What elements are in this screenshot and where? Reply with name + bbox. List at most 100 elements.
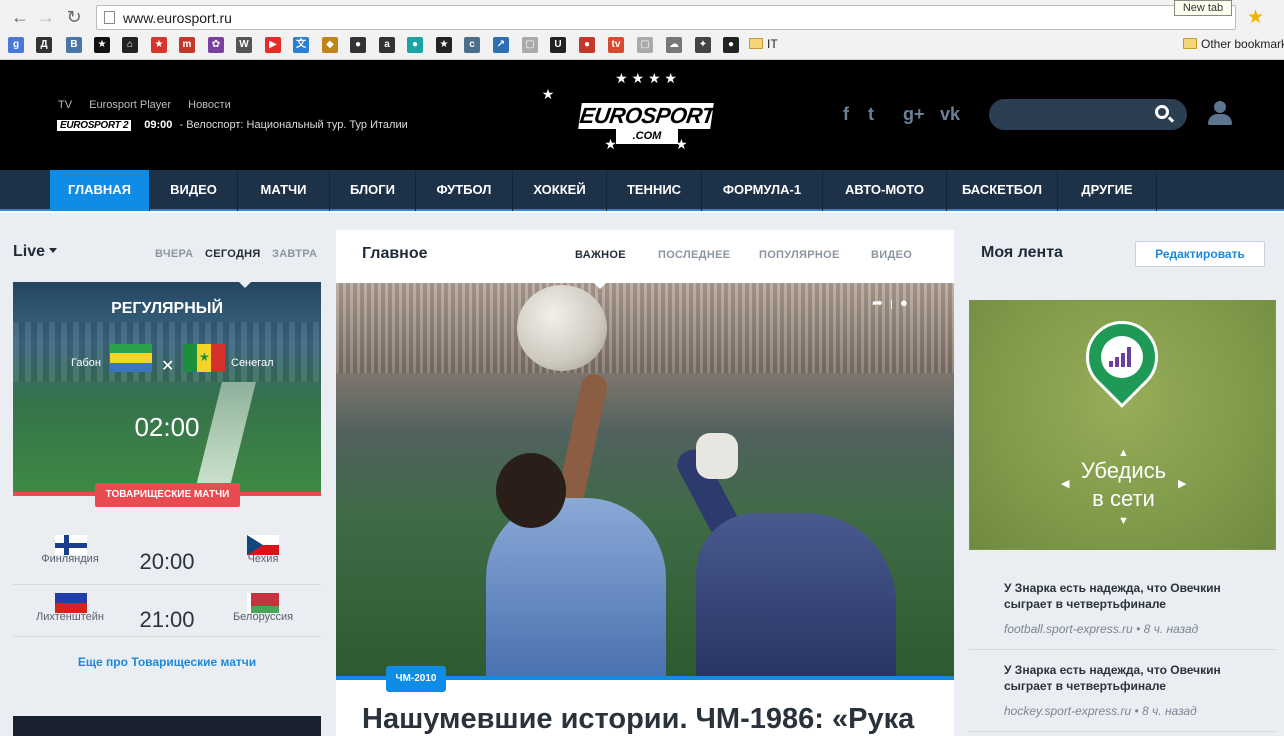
hero-image[interactable]: ➦ | ●	[336, 283, 954, 678]
tv-icon[interactable]: tv	[608, 37, 624, 53]
day-tab-tomorrow[interactable]: ЗАВТРА	[272, 248, 317, 260]
live-match-card[interactable]: РЕГУЛЯРНЫЙ Габон ✕ ★ Сенегал 02:00	[13, 282, 321, 496]
section-title: Главное	[362, 245, 428, 262]
share-icon[interactable]: ➦	[872, 295, 883, 310]
tab-pointer	[594, 283, 606, 289]
home-team-name: Габон	[71, 357, 101, 369]
article-headline[interactable]: Нашумевшие истории. ЧМ-1986: «Рука	[362, 703, 942, 736]
wikipedia-icon[interactable]: W	[236, 37, 252, 53]
star-bookmark-icon[interactable]: ★	[436, 37, 452, 53]
back-arrow-icon[interactable]: ←	[10, 7, 30, 27]
feed-headline[interactable]: У Знарка есть надежда, что Овечкин сыгра…	[1004, 662, 1254, 694]
eurosport-logo[interactable]: ★ ★ ★ ★ ★ EUROSPORT .COM ★ ★	[542, 70, 717, 158]
bookmark-folder-other[interactable]: Other bookmarks	[1183, 37, 1284, 51]
logo-star-left: ★	[541, 86, 555, 102]
bookmark-star-icon[interactable]: ★	[1247, 6, 1264, 29]
tab-important[interactable]: ВАЖНОЕ	[575, 249, 626, 261]
reload-icon[interactable]: ↻	[64, 7, 84, 27]
hockey-icon[interactable]: ✦	[695, 37, 711, 53]
star-bookmark-icon[interactable]: ★	[94, 37, 110, 53]
fixture-away: Чехия	[247, 553, 279, 565]
vk-icon[interactable]: vk	[940, 104, 960, 125]
translate-icon[interactable]: 文	[293, 37, 309, 53]
amazon-icon[interactable]: a	[379, 37, 395, 53]
day-tab-yesterday[interactable]: ВЧЕРА	[155, 248, 193, 260]
nav-item-3[interactable]: БЛОГИ	[330, 170, 416, 211]
search-icon[interactable]	[1155, 105, 1169, 119]
next-match-card[interactable]	[13, 716, 321, 736]
facebook-icon[interactable]: f	[843, 104, 849, 125]
tab-popular[interactable]: ПОПУЛЯРНОЕ	[759, 249, 840, 261]
youtube-icon[interactable]: ▶	[265, 37, 281, 53]
chevron-down-icon	[49, 248, 58, 253]
fixture-row[interactable]: Лихтенштейн 21:00 Белоруссия	[13, 585, 321, 637]
page-icon[interactable]: ▢	[637, 37, 653, 53]
more-friendlies-link[interactable]: Еще про Товарищеские матчи	[13, 655, 321, 669]
nav-item-0[interactable]: ГЛАВНАЯ	[50, 170, 150, 211]
url-text[interactable]: www.eurosport.ru	[123, 10, 232, 26]
game-icon[interactable]: ◆	[322, 37, 338, 53]
nav-item-8[interactable]: АВТО-МОТО	[823, 170, 947, 211]
d-icon[interactable]: Д	[36, 37, 52, 53]
nav-item-9[interactable]: БАСКЕТБОЛ	[947, 170, 1058, 211]
player	[486, 498, 666, 678]
link-eurosport-player[interactable]: Eurosport Player	[89, 99, 171, 111]
red-star-icon[interactable]: ★	[151, 37, 167, 53]
search-input[interactable]	[989, 99, 1187, 130]
crowd	[336, 283, 954, 373]
live-program: - Велоспорт: Национальный тур. Тур Итали…	[179, 119, 408, 131]
google-plus-icon[interactable]: g+	[903, 104, 925, 125]
ball-icon[interactable]: ●	[579, 37, 595, 53]
site-header: TV Eurosport Player Новости EUROSPORT 2 …	[0, 60, 1284, 170]
eurosport2-logo: EUROSPORT 2	[57, 120, 132, 131]
bookmark-folder-it[interactable]: IT	[749, 37, 778, 51]
goalkeeper	[696, 513, 896, 678]
ad-text: Убедись в сети	[1080, 458, 1167, 511]
vk-icon[interactable]: В	[66, 37, 82, 53]
header-top-links: TV Eurosport Player Новости	[58, 99, 245, 111]
u-icon[interactable]: U	[550, 37, 566, 53]
md-icon[interactable]: m	[179, 37, 195, 53]
competition-badge[interactable]: ТОВАРИЩЕСКИЕ МАТЧИ	[95, 483, 240, 507]
edit-button[interactable]: Редактировать	[1135, 241, 1265, 267]
feed-item[interactable]: У Знарка есть надежда, что Овечкин сыгра…	[969, 650, 1276, 732]
fixture-row[interactable]: Финляндия 20:00 Чехия	[13, 527, 321, 585]
forward-arrow-icon[interactable]: →	[36, 7, 56, 27]
c-icon[interactable]: c	[464, 37, 480, 53]
tab-video[interactable]: ВИДЕО	[871, 249, 912, 261]
live-dropdown[interactable]: Live	[13, 243, 58, 261]
cloud-icon[interactable]: ☁	[666, 37, 682, 53]
nav-item-5[interactable]: ХОККЕЙ	[513, 170, 607, 211]
twitter-icon[interactable]: t	[868, 104, 874, 125]
page-icon[interactable]: ▢	[522, 37, 538, 53]
ad-banner[interactable]: ▲ Убедись в сети ◀ ▶ ▼	[969, 300, 1276, 550]
live-tv-line[interactable]: EUROSPORT 2 09:00 - Велоспорт: Националь…	[57, 119, 408, 131]
day-tab-today[interactable]: СЕГОДНЯ	[205, 248, 261, 260]
circle-icon[interactable]: ●	[407, 37, 423, 53]
nav-item-1[interactable]: ВИДЕО	[150, 170, 238, 211]
nav-item-4[interactable]: ФУТБОЛ	[416, 170, 513, 211]
user-icon[interactable]	[1207, 101, 1233, 127]
main-news-card: Главное ВАЖНОЕ ПОСЛЕДНЕЕ ПОПУЛЯРНОЕ ВИДЕ…	[336, 230, 954, 736]
nav-item-2[interactable]: МАТЧИ	[238, 170, 330, 211]
nav-item-6[interactable]: ТЕННИС	[607, 170, 702, 211]
feed-item[interactable]: У Знарка есть надежда, что Овечкин сыгра…	[969, 568, 1276, 650]
feed-source: hockey.sport-express.ru	[1004, 704, 1132, 718]
nav-item-10[interactable]: ДРУГИЕ	[1058, 170, 1157, 211]
nhl-icon[interactable]: ●	[350, 37, 366, 53]
address-bar[interactable]: www.eurosport.ru	[96, 5, 1236, 30]
home-icon[interactable]: ⌂	[122, 37, 138, 53]
tag-badge[interactable]: ЧМ-2010	[386, 666, 446, 692]
github-icon[interactable]: ●	[723, 37, 739, 53]
tab-latest[interactable]: ПОСЛЕДНЕЕ	[658, 249, 730, 261]
nav-item-7[interactable]: ФОРМУЛА-1	[702, 170, 823, 211]
goalkeeper-glove	[696, 433, 738, 479]
feed-headline[interactable]: У Знарка есть надежда, что Овечкин сыгра…	[1004, 580, 1254, 612]
link-news[interactable]: Новости	[188, 99, 231, 111]
arrow-icon[interactable]: ↗	[493, 37, 509, 53]
belarus-flag-icon	[247, 593, 279, 613]
comment-icon[interactable]: ●	[900, 295, 908, 310]
link-tv[interactable]: TV	[58, 99, 72, 111]
google-icon[interactable]: g	[8, 37, 24, 53]
flower-icon[interactable]: ✿	[208, 37, 224, 53]
